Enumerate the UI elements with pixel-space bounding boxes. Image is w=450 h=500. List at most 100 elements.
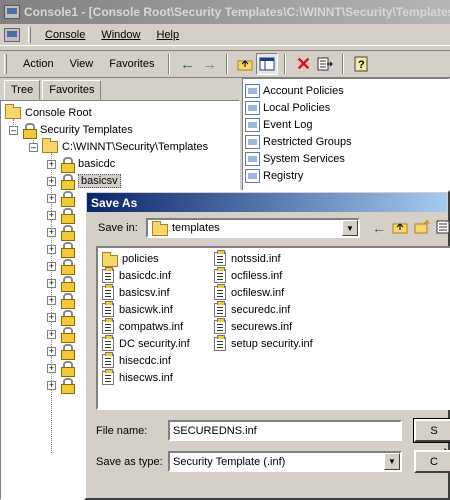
expand-icon[interactable]: +: [47, 346, 56, 356]
template-lock-icon: [60, 208, 75, 224]
policy-item[interactable]: Registry: [245, 167, 303, 184]
file-item[interactable]: compatws.inf: [102, 318, 183, 335]
tree-node-collapsed[interactable]: +: [47, 224, 78, 241]
inf-file-icon: [102, 284, 114, 300]
collapse-icon[interactable]: –: [9, 125, 18, 135]
view-menu-icon[interactable]: [436, 220, 450, 237]
up-folder-icon[interactable]: [392, 220, 408, 237]
expand-icon[interactable]: +: [47, 159, 56, 169]
inf-file-icon: [102, 335, 114, 351]
toolbar-separator: [342, 54, 345, 74]
save-in-combo[interactable]: templates ▼: [146, 218, 360, 238]
policy-item[interactable]: System Services: [245, 150, 345, 167]
tree-node-collapsed[interactable]: +: [47, 207, 78, 224]
mmc-app-icon: [4, 5, 20, 19]
tab-favorites[interactable]: Favorites: [42, 80, 102, 100]
tree-node-collapsed[interactable]: +: [47, 377, 78, 394]
tree-node-basicsv[interactable]: + basicsv: [47, 173, 121, 190]
back-icon[interactable]: ←: [372, 220, 386, 236]
delete-icon[interactable]: ✕: [292, 53, 314, 75]
dropdown-arrow-icon[interactable]: ▼: [384, 453, 400, 470]
expand-icon[interactable]: +: [47, 261, 56, 271]
file-item[interactable]: ocfiless.inf: [214, 267, 282, 284]
show-hide-tree-icon[interactable]: [256, 53, 279, 75]
file-item[interactable]: basicsv.inf: [102, 284, 170, 301]
template-lock-icon: [60, 174, 75, 190]
expand-icon[interactable]: +: [47, 227, 56, 237]
policy-item[interactable]: Account Policies: [245, 82, 344, 99]
file-item[interactable]: policies: [102, 251, 159, 267]
menu-window[interactable]: Window: [93, 27, 148, 43]
tree-node-collapsed[interactable]: +: [47, 326, 78, 343]
menu-console[interactable]: Console: [37, 27, 93, 43]
tree-node-collapsed[interactable]: +: [47, 309, 78, 326]
tree-node-collapsed[interactable]: +: [47, 190, 78, 207]
policy-label: Event Log: [263, 118, 313, 131]
tree-node-templates-path[interactable]: – C:\WINNT\Security\Templates: [29, 138, 208, 155]
dropdown-arrow-icon[interactable]: ▼: [342, 220, 358, 236]
file-item[interactable]: securedc.inf: [214, 301, 290, 318]
left-tabs: Tree Favorites: [4, 80, 103, 100]
expand-icon[interactable]: +: [47, 210, 56, 220]
new-folder-icon[interactable]: [414, 219, 430, 237]
expand-icon[interactable]: +: [47, 193, 56, 203]
cancel-button[interactable]: C: [414, 450, 450, 473]
console-icon[interactable]: [4, 27, 20, 42]
menubar-grip[interactable]: [28, 26, 31, 43]
menu-help[interactable]: Help: [148, 27, 187, 43]
expand-icon[interactable]: +: [47, 363, 56, 373]
file-label: basicwk.inf: [119, 304, 173, 316]
tree-node-collapsed[interactable]: +: [47, 292, 78, 309]
tree-node-collapsed[interactable]: +: [47, 360, 78, 377]
policy-item[interactable]: Local Policies: [245, 99, 330, 116]
save-as-type-select[interactable]: Security Template (.inf) ▼: [168, 451, 402, 472]
file-item[interactable]: setup security.inf: [214, 335, 313, 352]
dialog-titlebar[interactable]: Save As: [87, 193, 447, 212]
file-label: ocfilesw.inf: [231, 287, 285, 299]
save-as-dialog: Save As Save in: templates ▼ ← policies …: [84, 190, 450, 500]
collapse-icon[interactable]: –: [29, 142, 38, 152]
export-list-icon[interactable]: [314, 53, 336, 75]
file-item[interactable]: DC security.inf: [102, 335, 190, 352]
expand-icon[interactable]: +: [47, 295, 56, 305]
file-label: securews.inf: [231, 321, 293, 333]
policy-item[interactable]: Event Log: [245, 116, 313, 133]
expand-icon[interactable]: +: [47, 176, 56, 186]
template-lock-icon: [60, 310, 75, 326]
save-button[interactable]: S: [413, 418, 450, 443]
menu-action[interactable]: Action: [15, 55, 62, 73]
expand-icon[interactable]: +: [47, 312, 56, 322]
file-item[interactable]: hisecws.inf: [102, 369, 173, 386]
expand-icon[interactable]: +: [47, 244, 56, 254]
file-list[interactable]: policies basicdc.inf basicsv.inf basicwk…: [96, 246, 450, 466]
expand-icon[interactable]: +: [47, 329, 56, 339]
file-item[interactable]: hisecdc.inf: [102, 352, 171, 369]
tab-tree[interactable]: Tree: [4, 80, 41, 100]
back-arrow-icon[interactable]: ←: [176, 53, 198, 75]
menu-view[interactable]: View: [62, 55, 102, 73]
tree-node-collapsed[interactable]: +: [47, 241, 78, 258]
policy-item[interactable]: Restricted Groups: [245, 133, 352, 150]
file-item[interactable]: notssid.inf: [214, 250, 281, 267]
toolbar-grip[interactable]: [4, 54, 7, 74]
file-label: DC security.inf: [119, 338, 190, 350]
forward-arrow-icon[interactable]: →: [198, 53, 220, 75]
file-item[interactable]: ocfilesw.inf: [214, 284, 285, 301]
up-one-level-icon[interactable]: [234, 53, 256, 75]
file-item[interactable]: basicdc.inf: [102, 267, 171, 284]
tree-node-collapsed[interactable]: +: [47, 258, 78, 275]
tree-node-collapsed[interactable]: +: [47, 343, 78, 360]
file-item[interactable]: securews.inf: [214, 318, 293, 335]
tree-node-console-root[interactable]: Console Root: [5, 104, 92, 121]
help-icon[interactable]: ?: [350, 53, 372, 75]
expand-icon[interactable]: +: [47, 278, 56, 288]
folder-icon: [5, 104, 21, 119]
save-as-type-value: Security Template (.inf): [173, 455, 286, 468]
file-name-input[interactable]: SECUREDNS.inf: [168, 420, 402, 441]
tree-node-basicdc[interactable]: + basicdc: [47, 156, 115, 173]
tree-node-security-templates[interactable]: – Security Templates: [9, 122, 133, 139]
expand-icon[interactable]: +: [47, 380, 56, 390]
menu-favorites[interactable]: Favorites: [101, 55, 162, 73]
tree-node-collapsed[interactable]: +: [47, 275, 78, 292]
file-item[interactable]: basicwk.inf: [102, 301, 173, 318]
